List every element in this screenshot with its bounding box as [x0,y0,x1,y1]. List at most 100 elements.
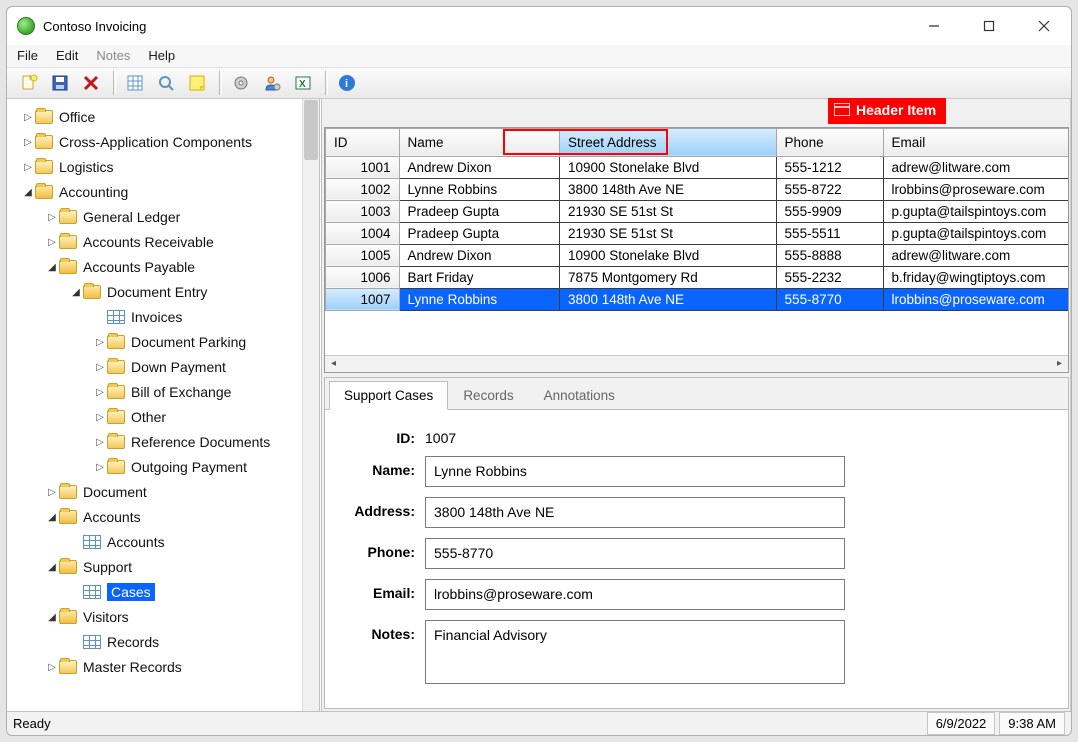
col-email[interactable]: Email [883,128,1068,156]
minimize-button[interactable] [906,7,961,45]
info-button[interactable]: i [333,69,361,97]
tree-accounting[interactable]: ◢Accounting [7,180,302,205]
tree-scrollbar[interactable] [302,99,319,711]
cell-id[interactable]: 1007 [326,288,400,310]
input-email[interactable]: lrobbins@proseware.com [425,579,845,610]
user-button[interactable] [258,69,286,97]
col-street[interactable]: Street Address [559,128,776,156]
cell-street[interactable]: 3800 148th Ave NE [559,288,776,310]
tree-records[interactable]: Records [7,630,302,655]
tree-outgoing-payment[interactable]: ▷Outgoing Payment [7,455,302,480]
input-phone[interactable]: 555-8770 [425,538,845,569]
col-phone[interactable]: Phone [776,128,883,156]
tree-accounts[interactable]: ◢Accounts [7,505,302,530]
cell-name[interactable]: Pradeep Gupta [399,222,559,244]
cell-name[interactable]: Andrew Dixon [399,156,559,178]
cell-email[interactable]: p.gupta@tailspintoys.com [883,200,1068,222]
cell-id[interactable]: 1005 [326,244,400,266]
table-row[interactable]: 1001Andrew Dixon10900 Stonelake Blvd555-… [326,156,1069,178]
cell-id[interactable]: 1006 [326,266,400,288]
tree-visitors[interactable]: ◢Visitors [7,605,302,630]
cell-phone[interactable]: 555-8888 [776,244,883,266]
cell-id[interactable]: 1002 [326,178,400,200]
tree-office[interactable]: ▷Office [7,105,302,130]
tree-document[interactable]: ▷Document [7,480,302,505]
menu-help[interactable]: Help [148,48,175,63]
cell-name[interactable]: Pradeep Gupta [399,200,559,222]
save-button[interactable] [46,69,74,97]
scroll-right-icon[interactable]: ▸ [1051,356,1068,371]
tree-invoices[interactable]: Invoices [7,305,302,330]
menu-notes[interactable]: Notes [96,48,130,63]
cell-street[interactable]: 21930 SE 51st St [559,200,776,222]
cell-id[interactable]: 1003 [326,200,400,222]
cell-street[interactable]: 10900 Stonelake Blvd [559,156,776,178]
tree-document-parking[interactable]: ▷Document Parking [7,330,302,355]
tab-records[interactable]: Records [448,381,528,410]
cell-phone[interactable]: 555-9909 [776,200,883,222]
tree-support[interactable]: ◢Support [7,555,302,580]
table-row[interactable]: 1006Bart Friday7875 Montgomery Rd555-223… [326,266,1069,288]
tree-logistics[interactable]: ▷Logistics [7,155,302,180]
cell-phone[interactable]: 555-2232 [776,266,883,288]
cell-street[interactable]: 21930 SE 51st St [559,222,776,244]
cell-id[interactable]: 1004 [326,222,400,244]
cell-email[interactable]: lrobbins@proseware.com [883,288,1068,310]
cell-email[interactable]: lrobbins@proseware.com [883,178,1068,200]
nav-tree[interactable]: ▷Office ▷Cross-Application Components ▷L… [7,99,302,711]
search-button[interactable] [152,69,180,97]
table-row[interactable]: 1005Andrew Dixon10900 Stonelake Blvd555-… [326,244,1069,266]
grid-button[interactable] [121,69,149,97]
input-name[interactable]: Lynne Robbins [425,456,845,487]
data-grid[interactable]: ID Name Street Address Phone Email Notes… [324,127,1069,373]
table-row[interactable]: 1003Pradeep Gupta21930 SE 51st St555-990… [326,200,1069,222]
scroll-left-icon[interactable]: ◂ [325,356,342,371]
table-row[interactable]: 1007Lynne Robbins3800 148th Ave NE555-87… [326,288,1069,310]
tree-reference-documents[interactable]: ▷Reference Documents [7,430,302,455]
cell-name[interactable]: Lynne Robbins [399,178,559,200]
cell-id[interactable]: 1001 [326,156,400,178]
cell-phone[interactable]: 555-8722 [776,178,883,200]
cell-name[interactable]: Bart Friday [399,266,559,288]
menu-file[interactable]: File [17,48,38,63]
delete-button[interactable] [77,69,105,97]
table-row[interactable]: 1002Lynne Robbins3800 148th Ave NE555-87… [326,178,1069,200]
cell-name[interactable]: Lynne Robbins [399,288,559,310]
tree-down-payment[interactable]: ▷Down Payment [7,355,302,380]
cell-name[interactable]: Andrew Dixon [399,244,559,266]
tree-general-ledger[interactable]: ▷General Ledger [7,205,302,230]
tab-annotations[interactable]: Annotations [529,381,630,410]
cell-phone[interactable]: 555-8770 [776,288,883,310]
tree-accounts-receivable[interactable]: ▷Accounts Receivable [7,230,302,255]
cell-email[interactable]: p.gupta@tailspintoys.com [883,222,1068,244]
tree-bill-of-exchange[interactable]: ▷Bill of Exchange [7,380,302,405]
grid-hscroll[interactable]: ◂ ▸ [325,355,1068,372]
tree-cases[interactable]: Cases [7,580,302,605]
tree-document-entry[interactable]: ◢Document Entry [7,280,302,305]
tree-accounts-leaf[interactable]: Accounts [7,530,302,555]
cell-street[interactable]: 3800 148th Ave NE [559,178,776,200]
input-address[interactable]: 3800 148th Ave NE [425,497,845,528]
menu-edit[interactable]: Edit [56,48,78,63]
col-id[interactable]: ID [326,128,400,156]
cell-phone[interactable]: 555-1212 [776,156,883,178]
note-button[interactable] [183,69,211,97]
cell-email[interactable]: b.friday@wingtiptoys.com [883,266,1068,288]
cell-phone[interactable]: 555-5511 [776,222,883,244]
cell-email[interactable]: adrew@litware.com [883,156,1068,178]
table-row[interactable]: 1004Pradeep Gupta21930 SE 51st St555-551… [326,222,1069,244]
tree-other[interactable]: ▷Other [7,405,302,430]
tree-accounts-payable[interactable]: ◢Accounts Payable [7,255,302,280]
cell-street[interactable]: 10900 Stonelake Blvd [559,244,776,266]
input-notes[interactable]: Financial Advisory [425,620,845,684]
new-button[interactable] [15,69,43,97]
tree-cross-app[interactable]: ▷Cross-Application Components [7,130,302,155]
maximize-button[interactable] [961,7,1016,45]
col-name[interactable]: Name [399,128,559,156]
cell-email[interactable]: adrew@litware.com [883,244,1068,266]
excel-button[interactable]: X [289,69,317,97]
tree-master-records[interactable]: ▷Master Records [7,655,302,680]
settings-button[interactable] [227,69,255,97]
cell-street[interactable]: 7875 Montgomery Rd [559,266,776,288]
tab-support-cases[interactable]: Support Cases [329,381,448,410]
